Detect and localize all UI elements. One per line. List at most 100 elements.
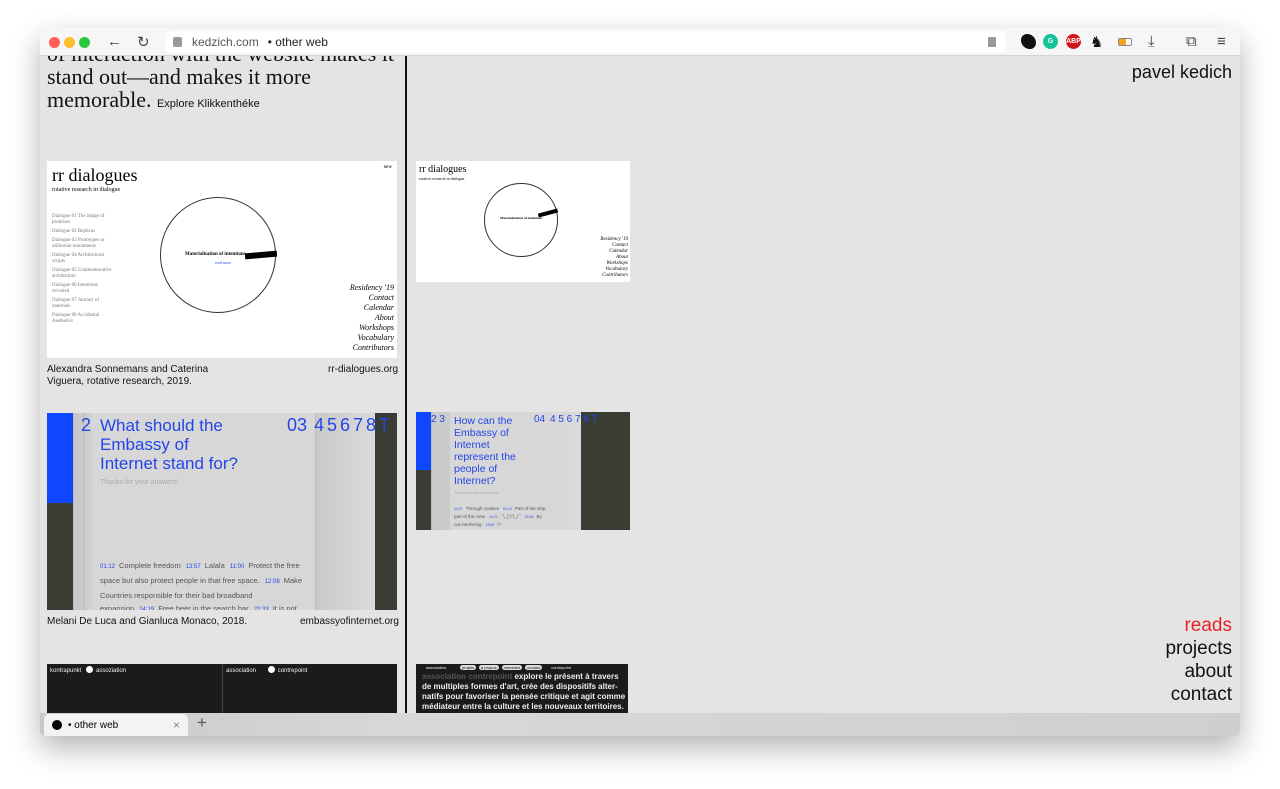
- answer-time: 14:19: [139, 607, 155, 610]
- extension-figure-icon[interactable]: ♞: [1090, 33, 1103, 51]
- browser-window: ← ↻ kedzich.com • other web G ABP ♞ ⤓ ⧉ …: [40, 28, 1240, 736]
- project-screenshot-embassy[interactable]: 2 What should the Embassy of Internet st…: [47, 413, 397, 610]
- answer-time: 13:57: [185, 564, 201, 570]
- page-content: of interaction with the website makes it…: [40, 56, 1240, 713]
- rr-preview-subtitle: rotative research in dialogue: [419, 176, 465, 181]
- embassy-preview-thanks: Thanks for your answers!: [454, 490, 499, 495]
- rr-center-label: Materialisation of intentions: [185, 252, 246, 257]
- rr-menu-item[interactable]: Workshops: [350, 323, 394, 333]
- bookmark-icon[interactable]: [988, 37, 996, 47]
- embassy-caption: Melani De Luca and Gianluca Monaco, 2018…: [47, 616, 248, 627]
- site-title[interactable]: pavel kedich: [1132, 62, 1232, 83]
- rr-preview-title: rr dialogues: [419, 164, 467, 175]
- rr-link[interactable]: rr-dialogues.org: [328, 364, 398, 376]
- reload-icon[interactable]: ↻: [137, 33, 150, 51]
- rr-menu-item[interactable]: Contributors: [350, 343, 394, 353]
- rr-dialogue-item[interactable]: Dialogue 03 Prototypes or utilitarian mo…: [52, 238, 112, 250]
- contrepoint-left-header: kontrapunkt assoziation: [50, 666, 126, 674]
- embassy-preview-card: How can the Embassy of Internet represen…: [450, 412, 552, 530]
- rr-dialogue-item[interactable]: Dialogue 05 Commemorative architecture: [52, 268, 112, 280]
- embassy-preview-right-nums: 4 5 6 7 8 T: [550, 414, 598, 425]
- rr-readmore: read more: [215, 260, 232, 265]
- embassy-right-nums: 4 5 6 7 8 T: [314, 415, 390, 435]
- tag-pill[interactable]: contact: [525, 665, 543, 670]
- contrepoint-highlight: association contrepoint: [422, 672, 513, 681]
- project-preview-contrepoint[interactable]: association projets à propos membres contact…: [416, 664, 628, 713]
- answer-time: 12:50: [485, 523, 495, 527]
- rr-dialogue-item[interactable]: Dialogue 08 Accidental Aesthetics: [52, 313, 112, 325]
- rr-dialogue-item[interactable]: Dialogue 06 Intentions revisited: [52, 283, 112, 295]
- tab-close-icon[interactable]: ×: [173, 718, 180, 732]
- rr-subtitle: rotative research in dialogue: [52, 187, 121, 193]
- contrepoint-preview-header: association projets à propos membres contact…: [418, 665, 571, 670]
- rr-menu-item[interactable]: Residency '19: [350, 283, 394, 293]
- lock-icon: [173, 37, 182, 47]
- maximize-window-button[interactable]: [79, 37, 90, 48]
- header-word: kontrapunkt: [50, 668, 82, 674]
- embassy-card: What should the Embassy of Internet stan…: [95, 413, 315, 610]
- new-tab-button[interactable]: +: [197, 713, 207, 733]
- adblock-plus-icon[interactable]: ABP: [1066, 34, 1081, 49]
- rr-menu-item[interactable]: About: [350, 313, 394, 323]
- contrepoint-preview-text: association contrepoint explore le prése…: [422, 672, 626, 712]
- embassy-preview-left-nums: 2 3: [431, 414, 445, 425]
- favicon-icon: [52, 720, 62, 730]
- rr-corner: new: [383, 165, 392, 170]
- header-word: assoziation: [96, 668, 127, 674]
- answer-text: Through cookies: [465, 506, 500, 511]
- header-word: contrepoint: [277, 668, 308, 674]
- rr-dialogue-item[interactable]: Dialogue 04 Architectural scripts: [52, 253, 112, 265]
- answer-time: 22:33: [253, 607, 269, 610]
- url-domain: kedzich.com: [192, 35, 259, 49]
- tag-pill[interactable]: membres: [501, 665, 523, 670]
- download-icon[interactable]: ⤓: [1148, 33, 1155, 50]
- rr-menu-item[interactable]: Vocabulary: [350, 333, 394, 343]
- tab-label: • other web: [68, 719, 119, 731]
- header-word: contrepoint: [551, 665, 571, 670]
- tag-pill[interactable]: projets: [460, 665, 477, 670]
- nav-item-contact[interactable]: contact: [1165, 683, 1232, 706]
- nav-item-about[interactable]: about: [1165, 660, 1232, 683]
- minimize-window-button[interactable]: [64, 37, 75, 48]
- address-bar[interactable]: kedzich.com • other web: [166, 31, 1006, 53]
- intro-text: of interaction with the website makes it…: [47, 56, 397, 116]
- rr-dialogue-item[interactable]: Dialogue 02 Replicas: [52, 229, 112, 235]
- embassy-left-nums: 2: [81, 415, 92, 435]
- tag-pill[interactable]: à propos: [479, 665, 499, 670]
- close-window-button[interactable]: [49, 37, 60, 48]
- circle-icon: [86, 666, 94, 673]
- answer-time: 14:27: [454, 507, 463, 511]
- menu-icon[interactable]: ≡: [1217, 33, 1226, 50]
- rr-menu-item[interactable]: Contact: [350, 293, 394, 303]
- rr-menu-item[interactable]: Calendar: [350, 303, 394, 313]
- extension-leaf-icon[interactable]: [1021, 34, 1036, 49]
- answer-text: Free beer in the search bar: [158, 604, 249, 610]
- explore-link[interactable]: Explore Klikkenthéke: [157, 98, 260, 110]
- answer-text: !?: [497, 522, 502, 527]
- rr-caption: Alexandra Sonnemans and Caterina Viguera…: [47, 364, 209, 387]
- rr-dialogue-item[interactable]: Dialogue 01 The image of promises: [52, 214, 112, 226]
- project-preview-rr-dialogues[interactable]: rr dialogues rotative research in dialog…: [416, 161, 630, 282]
- embassy-blue-panel: [47, 413, 73, 503]
- answer-time: 14:21: [489, 515, 498, 519]
- rr-dialogue-item[interactable]: Dialogue 07 Journey of materials: [52, 298, 112, 310]
- embassy-preview-question: How can the Embassy of Internet represen…: [454, 415, 516, 487]
- rr-dialogue-list: Dialogue 01 The image of promises Dialogu…: [52, 214, 112, 328]
- tab-bar: • other web × +: [40, 713, 1240, 736]
- battery-icon[interactable]: [1118, 38, 1132, 46]
- embassy-preview-number: 04: [534, 414, 546, 425]
- back-arrow-icon[interactable]: ←: [107, 33, 122, 50]
- site-nav: reads projects about contact: [1165, 614, 1232, 706]
- nav-item-projects[interactable]: projects: [1165, 637, 1232, 660]
- reading-list-icon[interactable]: ⧉: [1186, 33, 1197, 50]
- project-preview-embassy[interactable]: 2 3 How can the Embassy of Internet repr…: [416, 412, 630, 530]
- project-screenshot-rr-dialogues[interactable]: rr dialogues rotative research in dialog…: [47, 161, 397, 358]
- answer-text: Lalala: [204, 561, 225, 570]
- embassy-link[interactable]: embassyofinternet.org: [300, 616, 399, 628]
- embassy-number: 03: [287, 415, 308, 435]
- nav-item-reads[interactable]: reads: [1165, 614, 1232, 637]
- browser-tab[interactable]: • other web ×: [44, 714, 188, 736]
- header-word: association: [426, 665, 447, 670]
- grammarly-icon[interactable]: G: [1043, 34, 1058, 49]
- project-screenshot-contrepoint[interactable]: kontrapunkt assoziation association cont…: [47, 664, 397, 713]
